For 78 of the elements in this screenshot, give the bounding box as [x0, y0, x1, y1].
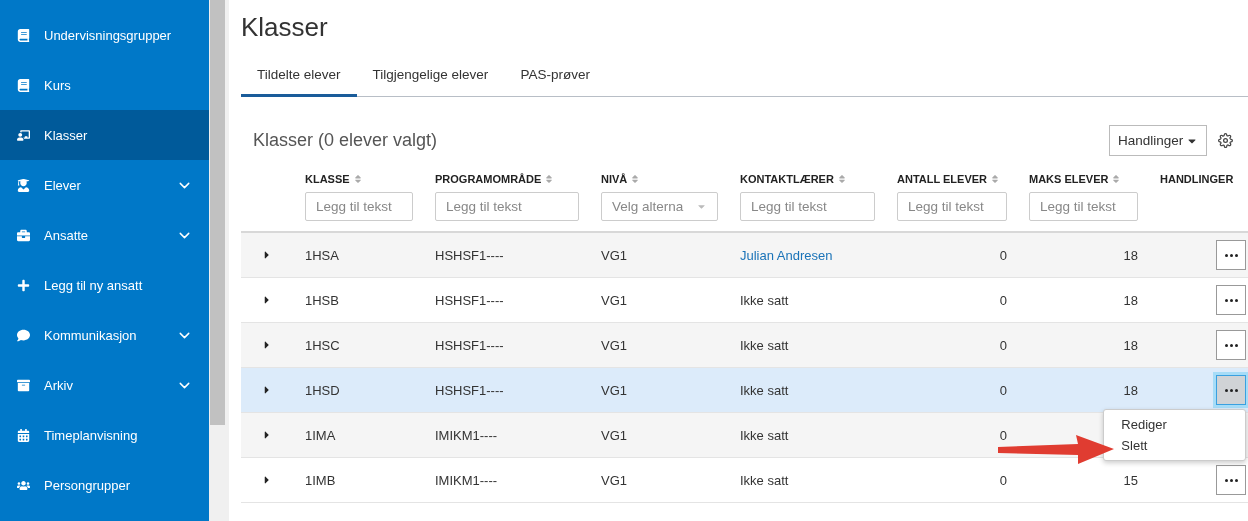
table-cell-text: 1IMA: [305, 427, 337, 443]
filter-select[interactable]: Velg alterna: [601, 192, 718, 221]
sidebar-label: Klasser: [44, 127, 89, 143]
filter-field[interactable]: Legg til tekst: [305, 192, 413, 221]
table-cell-text: IMIKM1----: [435, 427, 499, 443]
column-header[interactable]: KONTAKTLÆRER: [740, 172, 875, 186]
sidebar-item[interactable]: Kommunikasjon: [0, 310, 209, 360]
table-cell-text: VG1: [601, 337, 628, 353]
table-cell-text: IMIKM1----: [435, 472, 499, 488]
sidebar-label: Arkiv: [44, 377, 74, 393]
filter-field[interactable]: Legg til tekst: [897, 192, 1007, 221]
sidebar-label: Elever: [44, 177, 82, 193]
table-cell-text: VG1: [601, 382, 628, 398]
sidebar-item[interactable]: Arkiv: [0, 360, 209, 410]
filter-field[interactable]: Legg til tekst: [740, 192, 875, 221]
column-header[interactable]: PROGRAMOMRÅDE: [435, 172, 579, 186]
tab[interactable]: Tilgjengelige elever: [356, 57, 505, 97]
table-cell-text: 0: [998, 382, 1008, 398]
table-cell-text: HSHSF1----: [435, 247, 505, 263]
menu-item[interactable]: Slett: [1104, 435, 1246, 456]
table-cell-text: HSHSF1----: [435, 337, 505, 353]
actions-dropdown[interactable]: Handlinger: [1109, 125, 1208, 156]
sidebar-label: Legg til ny ansatt: [44, 277, 144, 293]
table-cell-text: 18: [1122, 337, 1139, 353]
sidebar-label: Persongrupper: [44, 477, 131, 493]
table-cell-text: Ikke satt: [740, 427, 790, 443]
column-header[interactable]: KLASSE: [305, 172, 413, 186]
sidebar-item[interactable]: Elever: [0, 160, 209, 210]
table-cell-text: 1HSD: [305, 382, 341, 398]
table-cell-text: 1HSA: [305, 247, 340, 263]
sidebar-item[interactable]: Ansatte: [0, 210, 209, 260]
sidebar-label: Kommunikasjon: [44, 327, 138, 343]
sidebar-item[interactable]: Klasser: [0, 110, 209, 160]
page-title: Klasser: [241, 12, 329, 43]
table-cell-text: VG1: [601, 427, 628, 443]
sidebar-label: Timeplanvisning: [44, 427, 139, 443]
table-cell-text: Ikke satt: [740, 382, 790, 398]
table-cell-text: 0: [998, 247, 1008, 263]
filter-field[interactable]: Legg til tekst: [1029, 192, 1138, 221]
table-cell-text: 0: [998, 292, 1008, 308]
column-header[interactable]: ANTALL ELEVER: [897, 172, 1007, 186]
table-cell-text: 18: [1122, 382, 1139, 398]
table-row[interactable]: 1HSA HSHSF1---- VG1 Julian Andresen 0 18: [241, 233, 1248, 278]
sidebar-item[interactable]: Kurs: [0, 60, 209, 110]
sidebar-label: Ansatte: [44, 227, 90, 243]
column-header[interactable]: MAKS ELEVER: [1029, 172, 1138, 186]
table-cell-text: VG1: [601, 292, 628, 308]
table-row[interactable]: 1HSC HSHSF1---- VG1 Ikke satt 0 18: [241, 323, 1248, 368]
table-cell-text: 15: [1122, 472, 1139, 488]
sidebar-item[interactable]: Legg til ny ansatt: [0, 260, 209, 310]
tab[interactable]: PAS-prøver: [504, 57, 606, 97]
menu-item[interactable]: Rediger: [1104, 414, 1246, 435]
table-cell-text: VG1: [601, 472, 628, 488]
column-header[interactable]: HANDLINGER: [1160, 172, 1234, 186]
table-cell-text: 0: [998, 427, 1008, 443]
table-cell-text: 1HSC: [305, 337, 341, 353]
table-cell-text: 1IMB: [305, 472, 337, 488]
sidebar-label: Undervisningsgrupper: [44, 27, 173, 43]
table-cell-text: 18: [1122, 292, 1139, 308]
table-cell-text: Ikke satt: [740, 292, 790, 308]
sidebar-label: Kurs: [44, 77, 72, 93]
table-cell-text: 0: [998, 337, 1008, 353]
tab[interactable]: Tildelte elever: [241, 57, 357, 97]
table-cell-text: VG1: [601, 247, 628, 263]
sidebar-item[interactable]: Persongrupper: [0, 460, 209, 510]
panel-title: Klasser (0 elever valgt): [253, 130, 439, 151]
column-header[interactable]: NIVÅ: [601, 172, 718, 186]
table-cell-text: HSHSF1----: [435, 292, 505, 308]
sidebar-item[interactable]: Timeplanvisning: [0, 410, 209, 460]
filter-field[interactable]: Legg til tekst: [435, 192, 579, 221]
table-cell-text: 0: [998, 472, 1008, 488]
table-cell-text: 1HSB: [305, 292, 340, 308]
table-cell-text: HSHSF1----: [435, 382, 505, 398]
table-cell-text: Ikke satt: [740, 337, 790, 353]
sidebar-item[interactable]: Undervisningsgrupper: [0, 10, 209, 60]
table-cell-text: Ikke satt: [740, 472, 790, 488]
contact-link[interactable]: Julian Andresen: [740, 247, 833, 263]
table-cell-text: 18: [1122, 247, 1139, 263]
